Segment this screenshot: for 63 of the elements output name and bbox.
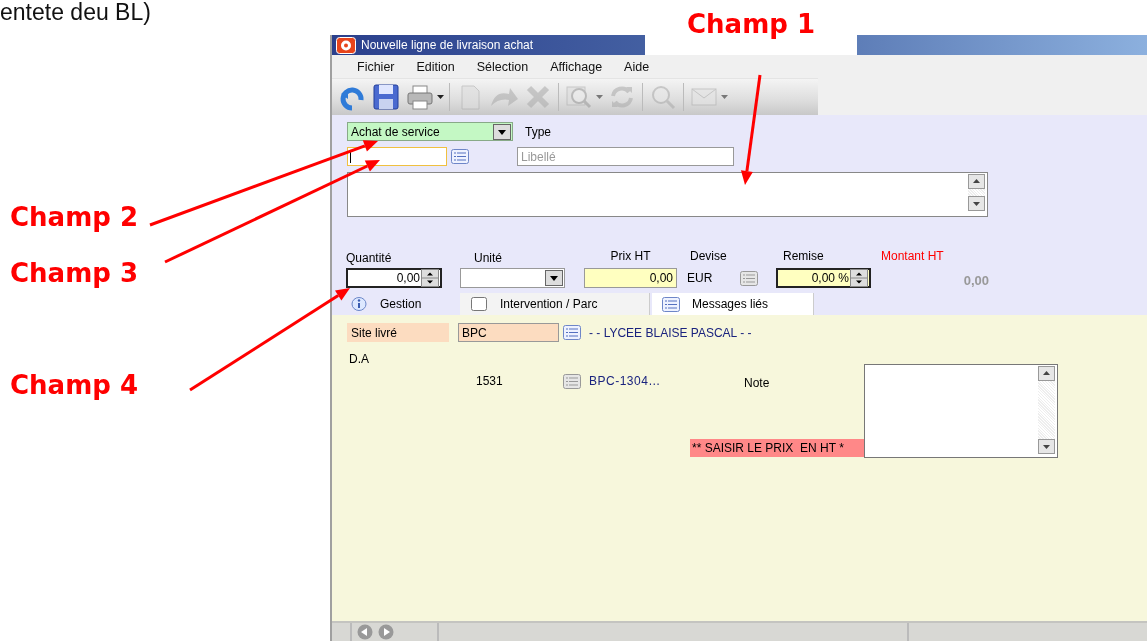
dropdown-button[interactable]: [545, 270, 563, 286]
spin-buttons[interactable]: [850, 269, 868, 287]
note-field[interactable]: [864, 364, 1058, 458]
tab[interactable]: Messages liés: [652, 293, 814, 315]
menu-item[interactable]: Fichier: [346, 59, 406, 74]
price-field[interactable]: 0,00: [584, 268, 677, 288]
annotation-label: Champ 4: [10, 370, 138, 400]
list-icon[interactable]: [740, 270, 759, 286]
discount-field[interactable]: 0,00 %: [776, 268, 871, 288]
menu-item[interactable]: Edition: [405, 59, 466, 74]
tab[interactable]: Intervention / Parc: [460, 293, 650, 315]
next-button[interactable]: [377, 624, 395, 640]
caret-icon: [721, 95, 728, 99]
description-field[interactable]: [347, 172, 988, 217]
caret-icon: [437, 95, 444, 99]
save-icon: [371, 82, 401, 112]
annotation-label: Champ 3: [10, 258, 138, 288]
type-dropdown[interactable]: Achat de service: [347, 122, 513, 141]
scroll-up-button[interactable]: [968, 174, 985, 189]
scrollbar[interactable]: [1038, 366, 1055, 454]
label-field[interactable]: Libellé: [517, 147, 734, 166]
menu-item[interactable]: Aide: [613, 59, 661, 74]
spin-buttons[interactable]: [421, 269, 439, 287]
previous-button[interactable]: [356, 624, 374, 640]
app-icon: [336, 36, 356, 54]
field-label: Site livré: [347, 323, 449, 342]
field-label: Prix HT: [609, 248, 652, 265]
quantity-field[interactable]: 0,00: [346, 268, 442, 288]
field-label: Montant HT: [881, 248, 945, 265]
field-label: Devise: [689, 248, 728, 265]
annotation-label: Champ 2: [10, 202, 138, 232]
field-label: Type: [525, 124, 551, 139]
unit-dropdown[interactable]: [460, 268, 565, 288]
field-label: Quantité: [346, 250, 393, 267]
field-label: Unité: [473, 250, 503, 267]
menu-item[interactable]: Affichage: [539, 59, 614, 74]
currency-value: EUR: [687, 271, 713, 285]
dropdown-button[interactable]: [493, 123, 511, 140]
menu-item[interactable]: Sélection: [465, 59, 540, 74]
list-icon[interactable]: [563, 325, 581, 340]
caret-icon: [596, 95, 603, 99]
list-icon[interactable]: [451, 149, 469, 164]
list-icon[interactable]: [662, 296, 680, 312]
field-label: Note: [744, 376, 770, 390]
window-title: Nouvelle ligne de livraison achat: [361, 38, 534, 52]
scroll-down-button[interactable]: [1038, 439, 1055, 454]
da-link[interactable]: BPC-1304…: [589, 374, 744, 388]
field-label: Remise: [782, 248, 825, 265]
field-label: D.A: [349, 352, 369, 366]
info-icon: [350, 296, 368, 312]
list-icon[interactable]: [563, 373, 581, 389]
document-text: entete deu BL): [0, 0, 151, 25]
da-number: 1531: [476, 374, 504, 388]
square-icon: [470, 296, 488, 312]
scroll-up-button[interactable]: [1038, 366, 1055, 381]
printer-icon: [405, 82, 435, 112]
scrollbar[interactable]: [968, 174, 985, 211]
warning-banner: ** SAISIR LE PRIX EN HT *: [690, 439, 864, 457]
amount-value: 0,00: [963, 272, 989, 288]
code-field[interactable]: [347, 147, 447, 166]
scroll-down-button[interactable]: [968, 196, 985, 211]
site-name: - - LYCEE BLAISE PASCAL - -: [589, 325, 752, 340]
site-field[interactable]: BPC: [458, 323, 559, 342]
